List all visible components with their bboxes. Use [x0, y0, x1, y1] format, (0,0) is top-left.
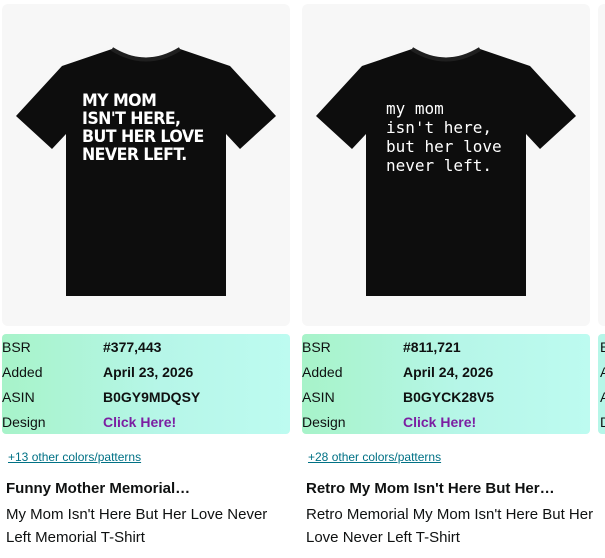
product-card-3-partial[interactable]: B A A D — [598, 0, 605, 558]
added-row: Added April 23, 2026 — [2, 360, 290, 385]
design-label: Design — [2, 414, 46, 430]
edge-label: B — [600, 339, 605, 355]
asin-row: ASIN B0GYCK28V5 — [302, 385, 590, 410]
asin-label: ASIN — [2, 389, 35, 405]
product-image-partial[interactable] — [598, 4, 605, 326]
bsr-value: #377,443 — [103, 339, 162, 355]
edge-label: A — [600, 364, 605, 380]
added-row: Added April 24, 2026 — [302, 360, 590, 385]
asin-label: ASIN — [302, 389, 335, 405]
design-row: Design Click Here! — [302, 410, 590, 435]
shirt-print-text: my mom isn't here, but her love never le… — [386, 99, 502, 175]
product-info-panel: BSR #377,443 Added April 23, 2026 ASIN B… — [2, 334, 290, 434]
bsr-label: BSR — [302, 339, 331, 355]
bsr-row: BSR #811,721 — [302, 335, 590, 360]
design-row: Design Click Here! — [2, 410, 290, 435]
tshirt-image — [16, 47, 276, 296]
other-colors-link[interactable]: +28 other colors/patterns — [308, 450, 441, 464]
added-label: Added — [302, 364, 343, 380]
other-colors-link[interactable]: +13 other colors/patterns — [8, 450, 141, 464]
bsr-label: BSR — [2, 339, 31, 355]
product-card-2[interactable]: my mom isn't here, but her love never le… — [300, 0, 594, 558]
asin-row: ASIN B0GY9MDQSY — [2, 385, 290, 410]
product-image[interactable]: my mom isn't here, but her love never le… — [302, 4, 590, 326]
edge-label: D — [600, 410, 605, 435]
bsr-row: BSR #377,443 — [2, 335, 290, 360]
added-value: April 24, 2026 — [403, 364, 494, 380]
product-info-panel: BSR #811,721 Added April 24, 2026 ASIN B… — [302, 334, 590, 434]
product-image[interactable]: MY MOM ISN'T HERE, BUT HER LOVE NEVER LE… — [2, 4, 290, 326]
product-info-panel-partial: B A A D — [598, 334, 605, 434]
shirt-print-text: MY MOM ISN'T HERE, BUT HER LOVE NEVER LE… — [82, 91, 204, 165]
design-link[interactable]: Click Here! — [403, 410, 476, 435]
asin-value: B0GYCK28V5 — [403, 389, 495, 405]
added-value: April 23, 2026 — [103, 364, 194, 380]
product-title[interactable]: Funny Mother Memorial… — [6, 480, 290, 497]
product-title[interactable]: Retro My Mom Isn't Here But Her… — [306, 480, 590, 497]
product-card-1[interactable]: MY MOM ISN'T HERE, BUT HER LOVE NEVER LE… — [0, 0, 292, 558]
design-link[interactable]: Click Here! — [103, 410, 176, 435]
product-description[interactable]: Retro Memorial My Mom Isn't Here But Her… — [306, 503, 594, 549]
bsr-value: #811,721 — [403, 339, 461, 355]
design-label: Design — [302, 414, 346, 430]
edge-label: A — [600, 389, 605, 405]
added-label: Added — [2, 364, 43, 380]
product-description[interactable]: My Mom Isn't Here But Her Love Never Lef… — [6, 503, 294, 549]
asin-value: B0GY9MDQSY — [103, 389, 201, 405]
